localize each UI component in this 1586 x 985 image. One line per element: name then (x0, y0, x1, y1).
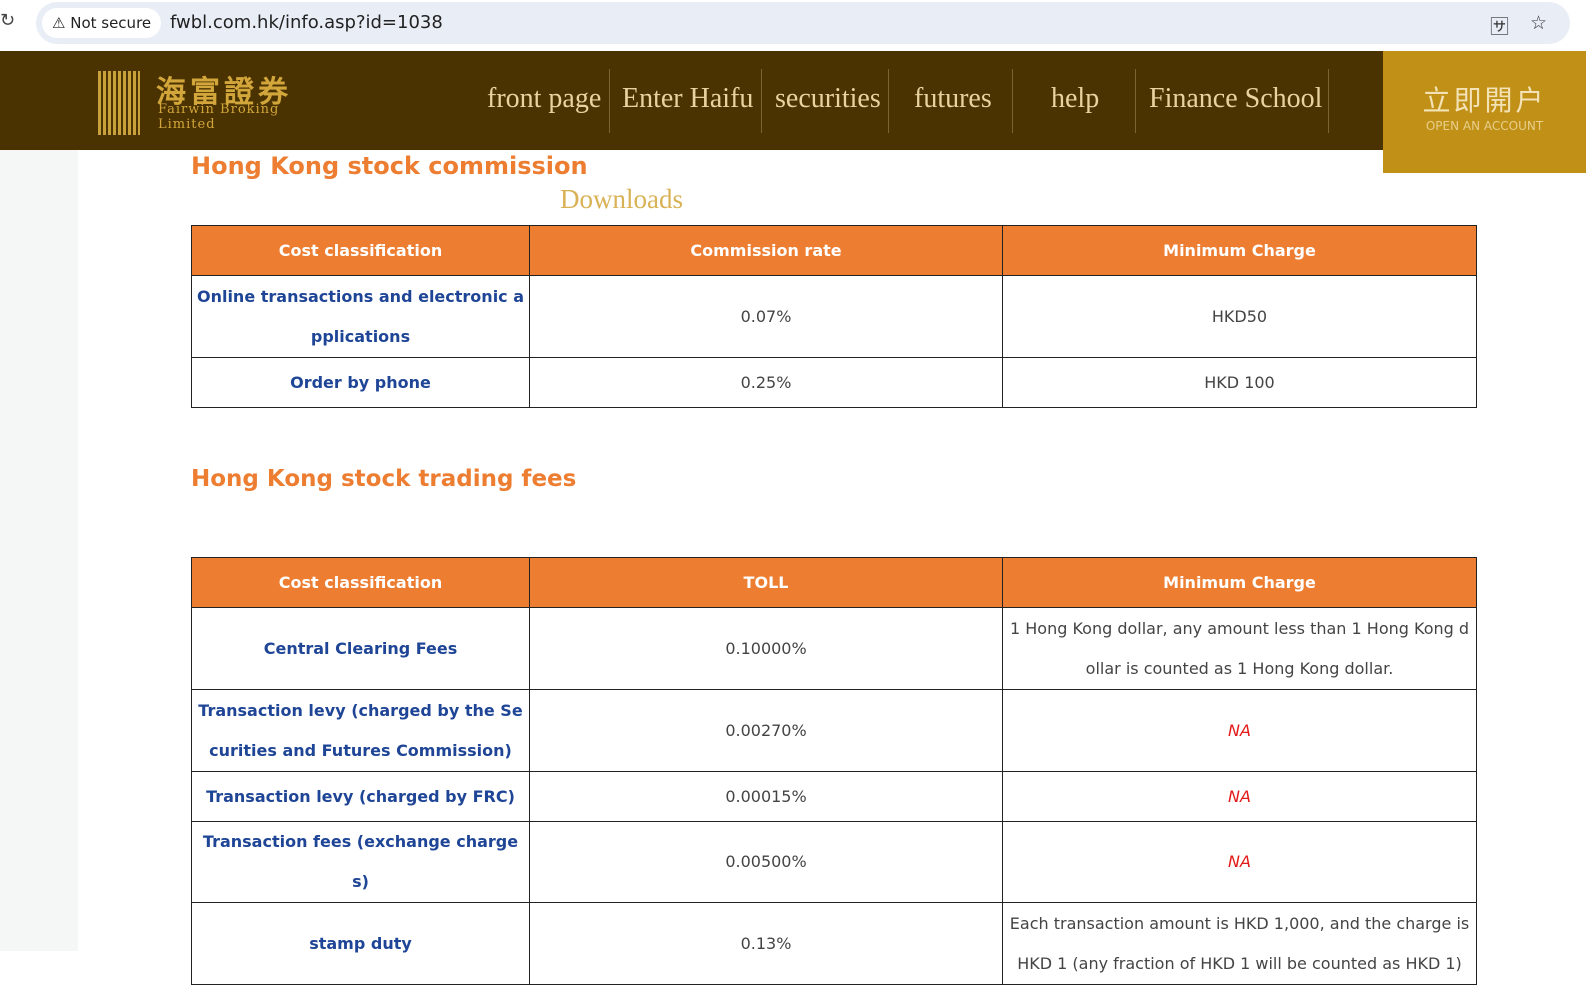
trading-fees-table: Cost classification TOLL Minimum Charge … (191, 557, 1477, 985)
nav-help[interactable]: help (1051, 83, 1099, 115)
logo[interactable]: 海富證券 Fairwin Broking Limited (98, 71, 338, 137)
nav-futures[interactable]: futures (914, 83, 992, 115)
site-header: 海富證券 Fairwin Broking Limited front page … (0, 51, 1586, 150)
nav-front-page[interactable]: front page (487, 83, 601, 115)
translate-icon[interactable]: 🈂 (1490, 12, 1509, 39)
open-account-button[interactable]: 立即開户 OPEN AN ACCOUNT (1383, 51, 1586, 173)
divider (1135, 69, 1136, 133)
url-text[interactable]: fwbl.com.hk/info.asp?id=1038 (170, 12, 443, 33)
star-icon[interactable]: ☆ (1530, 12, 1547, 34)
divider (609, 69, 610, 133)
nav-finance-school[interactable]: Finance School (1149, 83, 1322, 115)
table-row: stamp duty 0.13% Each transaction amount… (191, 902, 1477, 985)
nav-enter-haifu[interactable]: Enter Haifu (622, 83, 753, 115)
divider (1328, 69, 1329, 133)
section-title-trading-fees: Hong Kong stock trading fees (191, 466, 577, 492)
security-chip[interactable]: ⚠ Not secure (42, 8, 162, 38)
browser-toolbar: ↻ ⚠ Not secure fwbl.com.hk/info.asp?id=1… (0, 0, 1586, 51)
logo-mark-icon (98, 71, 140, 135)
nav-securities[interactable]: securities (775, 83, 881, 115)
table-row: Transaction levy (charged by FRC) 0.0001… (191, 771, 1477, 822)
table-row: Transaction levy (charged by the Securit… (191, 689, 1477, 772)
section-title-commission: Hong Kong stock commission (191, 152, 588, 180)
address-bar[interactable]: ⚠ Not secure fwbl.com.hk/info.asp?id=103… (36, 2, 1570, 44)
table-header: Cost classification TOLL Minimum Charge (191, 557, 1477, 608)
table-header: Cost classification Commission rate Mini… (191, 225, 1477, 276)
divider (888, 69, 889, 133)
left-margin (0, 150, 78, 951)
divider (1012, 69, 1013, 133)
reload-icon[interactable]: ↻ (0, 10, 15, 31)
table-row: Transaction fees (exchange charges) 0.00… (191, 821, 1477, 903)
divider (761, 69, 762, 133)
downloads-link[interactable]: Downloads (560, 184, 683, 215)
commission-table: Cost classification Commission rate Mini… (191, 225, 1477, 408)
table-row: Central Clearing Fees 0.10000% 1 Hong Ko… (191, 607, 1477, 690)
table-row: Order by phone 0.25% HKD 100 (191, 357, 1477, 408)
table-row: Online transactions and electronic appli… (191, 275, 1477, 358)
